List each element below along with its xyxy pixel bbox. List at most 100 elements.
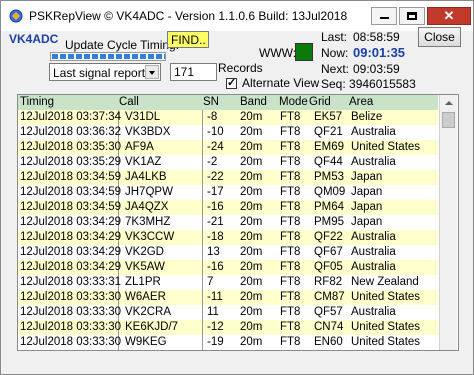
chevron-down-icon[interactable] xyxy=(145,65,159,79)
column-header-area[interactable]: Area xyxy=(349,96,373,108)
table-row[interactable]: 12Jul2018 03:34:29 VK5AW -16 20m FT8 QF05 Aust… xyxy=(18,260,438,275)
window-close-button[interactable]: ✕ xyxy=(427,7,471,25)
column-divider xyxy=(202,320,203,335)
cell-grid: QF22 xyxy=(314,231,343,243)
scroll-up-icon[interactable] xyxy=(441,96,456,111)
cell-call: KE6KJD/7 xyxy=(125,321,179,333)
alternate-view-checkbox[interactable] xyxy=(226,76,237,89)
table-row[interactable]: 12Jul2018 03:34:59 JA4QZX -16 20m FT8 PM64 Jap… xyxy=(18,200,438,215)
column-divider xyxy=(202,155,203,170)
table-row[interactable]: 12Jul2018 03:33:30 W9KEG -19 20m FT8 EN60 Unit… xyxy=(18,335,438,350)
alternate-view-label[interactable]: Alternate View xyxy=(242,76,319,90)
cell-grid: CN74 xyxy=(314,321,344,333)
cell-call: JH7QPW xyxy=(125,186,173,198)
cell-sn: -22 xyxy=(207,171,224,183)
callsign-label: VK4ADC xyxy=(9,32,59,46)
cell-call: V31DL xyxy=(125,111,161,123)
table-row[interactable]: 12Jul2018 03:36:32 VK3BDX -10 20m FT8 QF21 Aus… xyxy=(18,125,438,140)
column-divider xyxy=(202,185,203,200)
table-row[interactable]: 12Jul2018 03:34:29 VK3CCW -18 20m FT8 QF22 Aus… xyxy=(18,230,438,245)
minimize-button[interactable] xyxy=(371,7,397,25)
window-title: PSKRepView © VK4ADC - Version 1.1.0.6 Bu… xyxy=(29,9,348,23)
app-icon xyxy=(9,9,23,23)
cell-band: 20m xyxy=(240,276,263,288)
table-row[interactable]: 12Jul2018 03:33:30 VK2CRA 11 20m FT8 QF57 Aust… xyxy=(18,305,438,320)
cell-band: 20m xyxy=(240,141,263,153)
www-label: WWW: xyxy=(259,46,297,60)
cell-call: AF9A xyxy=(125,141,154,153)
close-button[interactable]: Close xyxy=(418,27,461,47)
table-row[interactable]: 12Jul2018 03:33:31 ZL1PR 7 20m FT8 RF82 New Ze… xyxy=(18,275,438,290)
column-header-sn[interactable]: SN xyxy=(203,96,219,108)
cell-grid: EK57 xyxy=(314,111,343,123)
title-bar[interactable]: PSKRepView © VK4ADC - Version 1.1.0.6 Bu… xyxy=(1,1,473,31)
cell-timing: 12Jul2018 03:34:29 xyxy=(20,261,122,273)
reports-table[interactable]: Timing Call SN Band Mode Grid Area 12Jul… xyxy=(17,94,459,351)
cell-band: 20m xyxy=(240,291,263,303)
table-row[interactable]: 12Jul2018 03:33:30 W6AER -11 20m FT8 CM87 Unit… xyxy=(18,290,438,305)
cell-sn: 7 xyxy=(207,276,214,288)
update-cycle-field[interactable]: FIND.. xyxy=(167,31,209,48)
cell-grid: PM53 xyxy=(314,171,345,183)
cell-grid: PM64 xyxy=(314,201,345,213)
cell-sn: -21 xyxy=(207,216,224,228)
table-row[interactable]: 12Jul2018 03:34:59 JA4LKB -22 20m FT8 PM53 Jap… xyxy=(18,170,438,185)
cell-sn: -11 xyxy=(207,291,223,303)
last-label: Last: xyxy=(321,30,348,44)
column-header-call[interactable]: Call xyxy=(119,96,139,108)
table-row[interactable]: 12Jul2018 03:35:30 AF9A -24 20m FT8 EM69 Unite… xyxy=(18,140,438,155)
www-status-indicator xyxy=(295,43,313,61)
cell-sn: -17 xyxy=(207,186,224,198)
table-row[interactable]: 12Jul2018 03:34:59 JH7QPW -17 20m FT8 QM09 Jap… xyxy=(18,185,438,200)
table-scrollbar[interactable] xyxy=(439,95,457,350)
cell-call: W6AER xyxy=(125,291,166,303)
cell-call: JA4LKB xyxy=(125,171,167,183)
scrollbar-thumb[interactable] xyxy=(442,112,455,128)
cell-grid: QF05 xyxy=(314,261,343,273)
cell-grid: QM09 xyxy=(314,186,346,198)
cell-area: Japan xyxy=(351,201,383,213)
cell-mode: FT8 xyxy=(280,126,301,138)
column-divider xyxy=(202,260,203,275)
column-divider xyxy=(202,215,203,230)
cell-mode: FT8 xyxy=(280,216,301,228)
cell-area: Australia xyxy=(351,246,396,258)
cell-grid: EN60 xyxy=(314,336,343,348)
next-label: Next: xyxy=(321,62,350,76)
cell-band: 20m xyxy=(240,246,263,258)
column-header-mode[interactable]: Mode xyxy=(279,96,308,108)
records-label: Records xyxy=(218,61,263,75)
cell-grid: RF82 xyxy=(314,276,343,288)
maximize-button[interactable] xyxy=(399,7,425,25)
cell-timing: 12Jul2018 03:33:30 xyxy=(20,291,122,303)
cell-call: VK2GD xyxy=(125,246,164,258)
column-header-grid[interactable]: Grid xyxy=(309,96,331,108)
column-divider xyxy=(202,275,203,290)
cell-mode: FT8 xyxy=(280,336,301,348)
next-time: 09:03:59 xyxy=(353,62,400,76)
app-window: PSKRepView © VK4ADC - Version 1.1.0.6 Bu… xyxy=(0,0,474,375)
column-header-timing[interactable]: Timing xyxy=(20,96,54,108)
cell-band: 20m xyxy=(240,231,263,243)
report-type-value: Last signal reports xyxy=(53,66,152,80)
table-row[interactable]: 12Jul2018 03:37:34 V31DL -8 20m FT8 EK57 Beliz… xyxy=(18,110,438,125)
cell-mode: FT8 xyxy=(280,261,301,273)
table-row[interactable]: 12Jul2018 03:34:29 7K3MHZ -21 20m FT8 PM95 Jap… xyxy=(18,215,438,230)
report-type-select[interactable]: Last signal reports xyxy=(49,63,161,81)
cell-grid: QF44 xyxy=(314,156,343,168)
cell-band: 20m xyxy=(240,171,263,183)
column-divider xyxy=(202,290,203,305)
cell-sn: -12 xyxy=(207,321,224,333)
column-divider xyxy=(202,200,203,215)
cell-call: VK5AW xyxy=(125,261,165,273)
records-count-input[interactable]: 171 xyxy=(170,63,217,81)
cell-band: 20m xyxy=(240,126,263,138)
table-row[interactable]: 12Jul2018 03:34:29 VK2GD 13 20m FT8 QF67 Austr… xyxy=(18,245,438,260)
column-divider xyxy=(202,110,203,125)
table-row[interactable]: 12Jul2018 03:35:29 VK1AZ -2 20m FT8 QF44 Austr… xyxy=(18,155,438,170)
column-header-band[interactable]: Band xyxy=(240,96,267,108)
cell-mode: FT8 xyxy=(280,171,301,183)
cell-grid: QF21 xyxy=(314,126,343,138)
cell-mode: FT8 xyxy=(280,111,301,123)
table-row[interactable]: 12Jul2018 03:33:30 KE6KJD/7 -12 20m FT8 CN74 U… xyxy=(18,320,438,335)
